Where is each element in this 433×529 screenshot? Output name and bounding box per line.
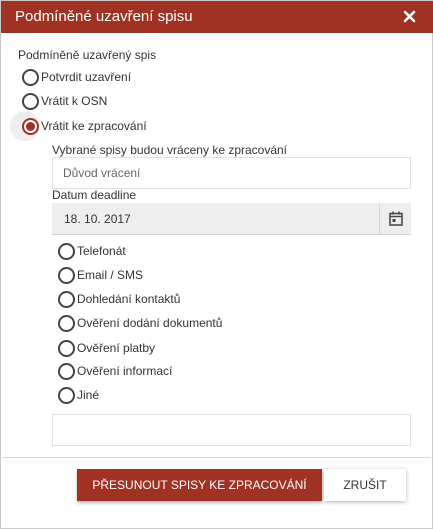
dialog-title: Podmíněné uzavření spisu [15, 8, 193, 25]
radio-label: Potvrdit uzavření [41, 70, 132, 84]
radio-circle[interactable] [22, 92, 39, 110]
radio-circle[interactable] [58, 290, 75, 308]
radio-return-osn[interactable]: Vrátit k OSN [22, 91, 107, 111]
other-reason-input[interactable] [52, 414, 411, 446]
deadline-date-value: 18. 10. 2017 [64, 212, 131, 226]
radio-circle[interactable] [58, 386, 75, 404]
radio-reason-contacts[interactable]: Dohledání kontaktů [58, 289, 180, 309]
radio-label: Jiné [77, 388, 100, 402]
radio-circle[interactable] [22, 68, 39, 86]
deadline-label: Datum deadline [52, 188, 137, 202]
radio-label: Vrátit ke zpracování [41, 119, 147, 133]
radio-label: Vrátit k OSN [41, 94, 108, 108]
return-reason-input[interactable] [52, 157, 411, 189]
dialog-titlebar: Podmíněné uzavření spisu [1, 1, 433, 33]
radio-label: Ověření platby [77, 341, 156, 355]
calendar-icon[interactable] [379, 203, 411, 235]
radio-circle[interactable] [58, 266, 75, 284]
radio-return-processing[interactable]: Vrátit ke zpracování [22, 116, 147, 136]
radio-circle[interactable] [58, 242, 75, 260]
close-icon[interactable] [403, 10, 416, 23]
radio-label: Dohledání kontaktů [77, 292, 181, 306]
radio-circle[interactable] [58, 339, 75, 357]
radio-reason-email-sms[interactable]: Email / SMS [58, 265, 143, 285]
radio-confirm-closing[interactable]: Potvrdit uzavření [22, 67, 131, 87]
radio-reason-phone[interactable]: Telefonát [58, 241, 126, 261]
conditional-close-dialog: Podmíněné uzavření spisu Podmíněně uzavř… [0, 0, 433, 529]
radio-circle-checked[interactable] [22, 117, 39, 135]
radio-label: Telefonát [77, 244, 126, 258]
radio-reason-delivery[interactable]: Ověření dodání dokumentů [58, 313, 222, 333]
radio-circle[interactable] [58, 362, 75, 380]
move-to-processing-button[interactable]: PŘESUNOUT SPISY KE ZPRACOVÁNÍ [77, 469, 322, 501]
radio-reason-info[interactable]: Ověření informací [58, 361, 172, 381]
radio-reason-payment[interactable]: Ověření platby [58, 338, 155, 358]
cancel-button[interactable]: ZRUŠIT [324, 469, 406, 501]
deadline-date-field[interactable]: 18. 10. 2017 [52, 203, 411, 235]
radio-label: Ověření informací [77, 364, 173, 378]
radio-reason-other[interactable]: Jiné [58, 385, 99, 405]
radio-label: Ověření dodání dokumentů [77, 316, 223, 330]
footer-divider [2, 457, 431, 458]
return-info-text: Vybrané spisy budou vráceny ke zpracován… [52, 143, 288, 157]
radio-label: Email / SMS [77, 268, 144, 282]
radio-circle[interactable] [58, 314, 75, 332]
closing-section-label: Podmíněně uzavřený spis [18, 48, 157, 62]
